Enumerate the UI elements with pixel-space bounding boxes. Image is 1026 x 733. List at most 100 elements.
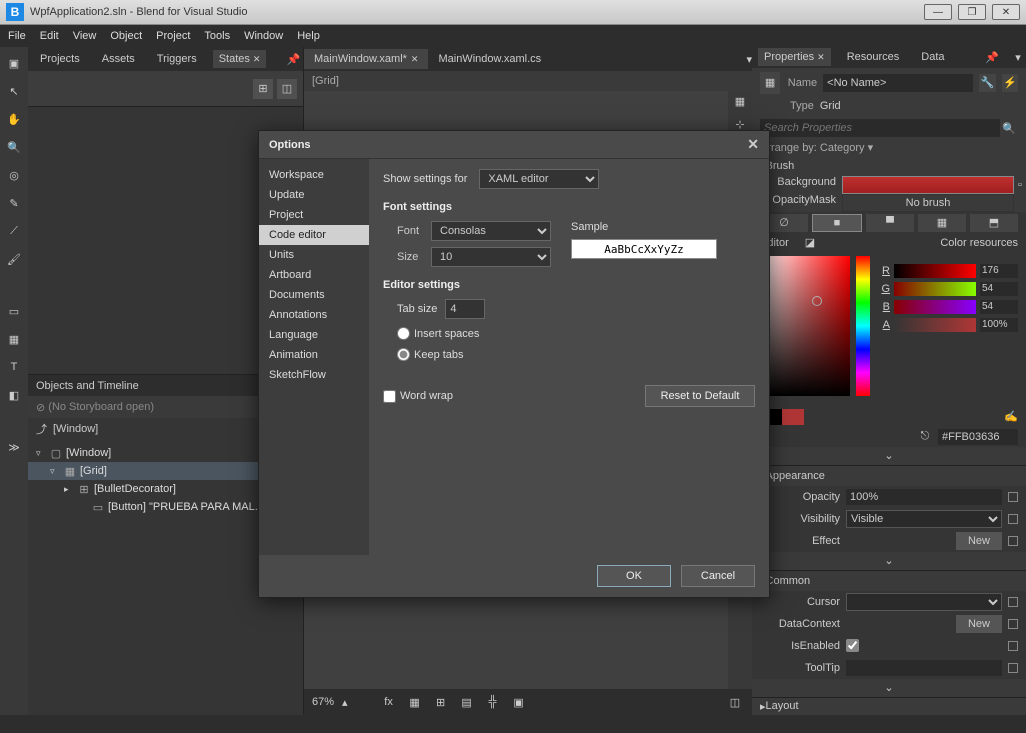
tab-properties[interactable]: Properties✕	[758, 48, 831, 66]
tile-brush-tab[interactable]: ▦	[918, 214, 966, 232]
sidebar-item-units[interactable]: Units	[259, 245, 369, 265]
close-button[interactable]: ✕	[992, 4, 1020, 20]
opacitymask-swatch[interactable]: No brush	[842, 194, 1014, 212]
events-view-icon[interactable]: ⚡	[1002, 74, 1018, 92]
layout-section-header[interactable]: ▸ Layout	[752, 698, 1026, 715]
property-marker-icon[interactable]	[1008, 641, 1018, 651]
property-marker-icon[interactable]	[1008, 514, 1018, 524]
rectangle-tool-icon[interactable]: ▭	[6, 303, 22, 319]
menu-view[interactable]: View	[73, 30, 97, 42]
tab-states[interactable]: States✕	[213, 50, 267, 68]
boundaries-icon[interactable]: ▣	[510, 693, 528, 711]
snap-icon[interactable]: ⊞	[432, 693, 450, 711]
grid-view-icon[interactable]: ▦	[406, 693, 424, 711]
pan-tool-icon[interactable]: ✋	[6, 111, 22, 127]
b-slider[interactable]	[894, 300, 976, 314]
sidebar-item-update[interactable]: Update	[259, 185, 369, 205]
split-view-icon[interactable]: ◫	[726, 693, 744, 711]
search-input[interactable]	[760, 119, 1000, 137]
menu-help[interactable]: Help	[297, 30, 320, 42]
solid-brush-tab[interactable]: ■	[812, 214, 862, 232]
font-select[interactable]: Consolas	[431, 221, 551, 241]
sidebar-item-language[interactable]: Language	[259, 325, 369, 345]
word-wrap-checkbox[interactable]	[383, 390, 396, 403]
expand-chevron-icon[interactable]: ⌄	[752, 447, 1026, 465]
gradient-brush-tab[interactable]: ▀	[866, 214, 914, 232]
breadcrumb[interactable]: [Grid]	[304, 71, 752, 91]
grid-snap-icon[interactable]: ▦	[735, 95, 745, 108]
annotation-icon[interactable]: ▤	[458, 693, 476, 711]
tab-resources[interactable]: Resources	[841, 48, 906, 66]
menu-project[interactable]: Project	[156, 30, 190, 42]
minimize-button[interactable]: —	[924, 4, 952, 20]
section-header[interactable]: ▿ Brush	[752, 156, 1026, 176]
background-swatch[interactable]	[842, 176, 1014, 194]
sidebar-item-sketchflow[interactable]: SketchFlow	[259, 365, 369, 385]
a-slider[interactable]	[894, 318, 976, 332]
paint-tool-icon[interactable]: 🖌	[6, 251, 22, 267]
expand-chevron-icon[interactable]: ⌄	[752, 679, 1026, 697]
b-input[interactable]	[980, 300, 1018, 314]
menu-window[interactable]: Window	[244, 30, 283, 42]
scope-up-icon[interactable]: ⤴	[36, 421, 47, 437]
property-marker-icon[interactable]: ▫	[1014, 176, 1026, 194]
sidebar-item-project[interactable]: Project	[259, 205, 369, 225]
property-marker-icon[interactable]	[1008, 536, 1018, 546]
brush-tool-icon[interactable]: ✎	[6, 195, 22, 211]
isenabled-checkbox[interactable]	[846, 639, 859, 652]
saturation-value-picker[interactable]	[760, 256, 850, 396]
keep-tabs-radio[interactable]	[397, 348, 410, 361]
add-state-group-icon[interactable]: ⊞	[253, 79, 273, 99]
menu-object[interactable]: Object	[110, 30, 142, 42]
new-datacontext-button[interactable]: New	[956, 615, 1002, 633]
add-state-icon[interactable]: ◫	[277, 79, 297, 99]
cancel-button[interactable]: Cancel	[681, 565, 755, 587]
menu-tools[interactable]: Tools	[204, 30, 230, 42]
camera-tool-icon[interactable]: ◎	[6, 167, 22, 183]
zoom-level[interactable]: 67%	[312, 696, 334, 708]
search-icon[interactable]: 🔍	[1000, 122, 1018, 135]
file-tab[interactable]: MainWindow.xaml*✕	[304, 49, 428, 69]
a-input[interactable]	[980, 318, 1018, 332]
color-swatch[interactable]	[782, 409, 804, 425]
control-tool-icon[interactable]: ◧	[6, 387, 22, 403]
sidebar-item-workspace[interactable]: Workspace	[259, 165, 369, 185]
color-dropper-icon[interactable]: ⎋	[918, 430, 932, 444]
reset-button[interactable]: Reset to Default	[645, 385, 755, 407]
g-slider[interactable]	[894, 282, 976, 296]
eyedropper-tool-icon[interactable]: ⟋	[6, 223, 22, 239]
layout-tool-icon[interactable]: ▦	[6, 331, 22, 347]
insert-spaces-radio[interactable]	[397, 327, 410, 340]
asset-tool-icon[interactable]: ≫	[6, 439, 22, 455]
tabsize-input[interactable]	[445, 299, 485, 319]
sidebar-item-annotations[interactable]: Annotations	[259, 305, 369, 325]
property-marker-icon[interactable]	[1008, 619, 1018, 629]
hex-input[interactable]	[938, 429, 1018, 445]
section-header[interactable]: Common	[766, 575, 811, 587]
effects-icon[interactable]: fx	[380, 693, 398, 711]
r-input[interactable]	[980, 264, 1018, 278]
property-marker-icon[interactable]	[1008, 492, 1018, 502]
text-tool-icon[interactable]: T	[6, 359, 22, 375]
name-input[interactable]	[823, 74, 973, 92]
selection-tool-icon[interactable]: ▣	[6, 55, 22, 71]
color-cursor[interactable]	[812, 296, 822, 306]
opacity-input[interactable]	[846, 489, 1002, 505]
panel-menu-icon[interactable]: ▾	[1010, 49, 1026, 65]
arrange-by[interactable]: Arrange by: Category ▾	[752, 138, 1026, 155]
sidebar-item-code-editor[interactable]: Code editor	[259, 225, 369, 245]
pin-icon[interactable]: 📌	[984, 49, 1000, 65]
new-effect-button[interactable]: New	[956, 532, 1002, 550]
visibility-select[interactable]: Visible	[846, 510, 1002, 528]
cursor-select[interactable]	[846, 593, 1002, 611]
r-slider[interactable]	[894, 264, 976, 278]
file-tab[interactable]: MainWindow.xaml.cs	[428, 49, 551, 69]
pin-icon[interactable]: 📌	[286, 51, 300, 67]
direct-select-tool-icon[interactable]: ↖	[6, 83, 22, 99]
tooltip-input[interactable]	[846, 660, 1002, 676]
zoom-tool-icon[interactable]: 🔍	[6, 139, 22, 155]
maximize-button[interactable]: ❐	[958, 4, 986, 20]
tab-assets[interactable]: Assets	[96, 50, 141, 68]
dialog-close-icon[interactable]: ✕	[747, 136, 759, 153]
sidebar-item-animation[interactable]: Animation	[259, 345, 369, 365]
